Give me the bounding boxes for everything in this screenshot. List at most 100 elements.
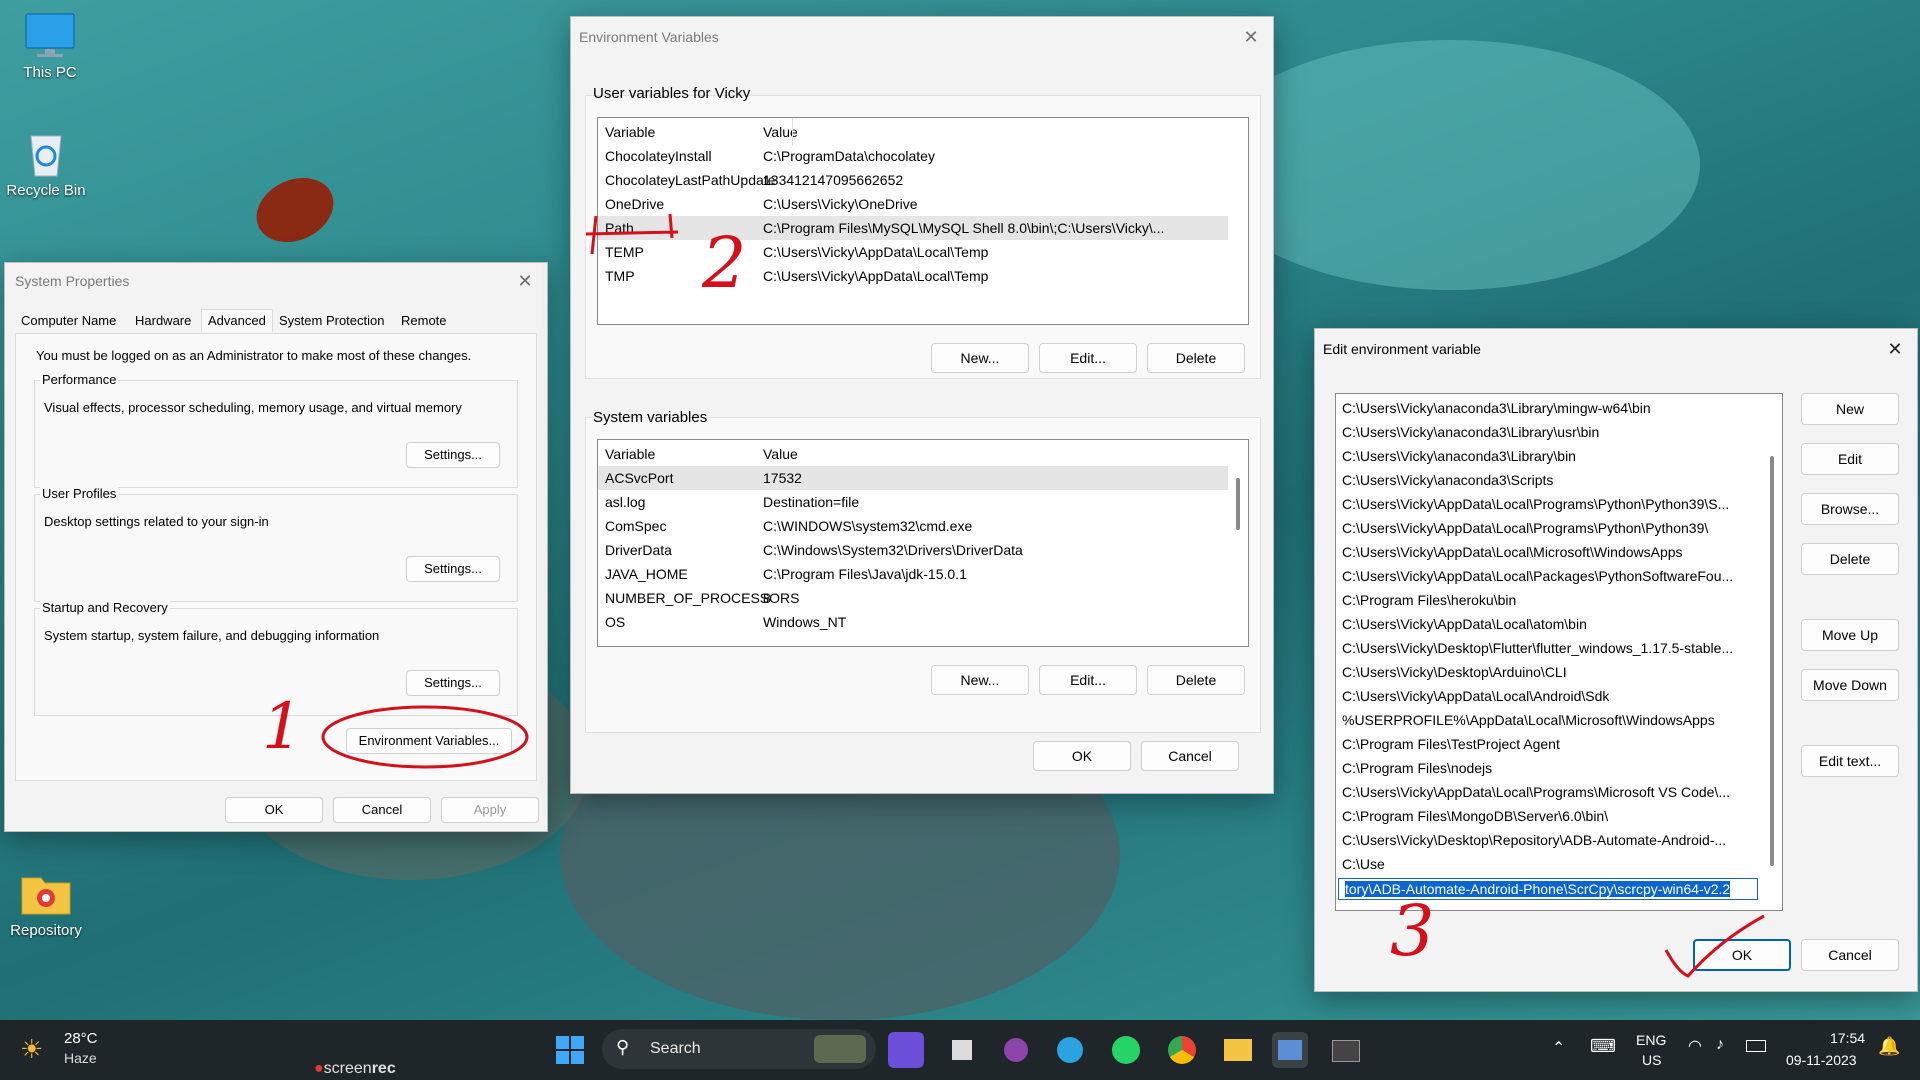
list-item[interactable]: C:\Program Files\MongoDB\Server\6.0\bin\ [1336,804,1760,828]
new-entry-button[interactable]: New [1801,393,1899,425]
browse-button[interactable]: Browse... [1801,493,1899,525]
system-new-button[interactable]: New... [931,665,1029,695]
user-edit-button[interactable]: Edit... [1039,343,1137,373]
list-item[interactable]: C:\Use [1336,852,1760,876]
list-item[interactable]: C:\Users\Vicky\AppData\Local\Programs\Py… [1336,516,1760,540]
table-row[interactable]: asl.log Destination=file [598,490,1248,514]
list-item[interactable]: C:\Users\Vicky\anaconda3\Library\bin [1336,444,1760,468]
start-icon[interactable] [552,1032,588,1068]
delete-entry-button[interactable]: Delete [1801,543,1899,575]
table-row[interactable]: OS Windows_NT [598,610,1248,634]
search-box[interactable]: ⚲ Search [602,1029,876,1069]
column-header-variable[interactable]: Variable [605,120,655,144]
startup-settings-button[interactable]: Settings... [406,670,500,696]
weather-widget[interactable]: ☀ 28°C Haze [20,1028,140,1072]
desktop-icon-repository[interactable]: Repository [0,870,96,939]
path-entry-editor[interactable]: tory\ADB-Automate-Android-Phone\ScrCpy\s… [1338,878,1758,900]
desktop-icon-this-pc[interactable]: This PC [0,12,100,81]
table-row[interactable]: TEMP C:\Users\Vicky\AppData\Local\Temp [598,240,1248,264]
scrollbar-thumb[interactable] [1236,478,1240,530]
close-icon[interactable]: ✕ [1883,329,1907,369]
system-delete-button[interactable]: Delete [1147,665,1245,695]
close-icon[interactable]: ✕ [1239,17,1263,57]
ok-button[interactable]: OK [225,797,323,823]
cancel-button[interactable]: Cancel [1141,741,1239,771]
ok-button[interactable]: OK [1693,939,1791,971]
path-entry-editor-text[interactable]: tory\ADB-Automate-Android-Phone\ScrCpy\s… [1345,881,1731,897]
file-explorer-icon[interactable] [1220,1032,1256,1068]
wifi-icon[interactable]: ◠ [1688,1036,1702,1056]
list-item[interactable]: C:\Users\Vicky\anaconda3\Library\usr\bin [1336,420,1760,444]
table-row[interactable]: ChocolateyInstall C:\ProgramData\chocolat… [598,144,1248,168]
table-row[interactable]: DriverData C:\Windows\System32\Drivers\Dr… [598,538,1248,562]
list-item[interactable]: C:\Users\Vicky\AppData\Local\Programs\Mi… [1336,780,1760,804]
path-entries-list[interactable]: C:\Users\Vicky\anaconda3\Library\mingw-w… [1335,393,1783,911]
list-item[interactable]: C:\Users\Vicky\anaconda3\Library\mingw-w… [1336,396,1760,420]
table-row[interactable]: TMP C:\Users\Vicky\AppData\Local\Temp [598,264,1248,288]
battery-icon[interactable] [1746,1040,1766,1052]
github-icon[interactable] [998,1032,1034,1068]
user-new-button[interactable]: New... [931,343,1029,373]
environment-variables-button[interactable]: Environment Variables... [346,728,512,754]
system-properties-icon[interactable] [1272,1032,1308,1068]
close-icon[interactable]: ✕ [513,263,537,299]
list-item[interactable]: C:\Users\Vicky\AppData\Local\atom\bin [1336,612,1760,636]
list-item[interactable]: %USERPROFILE%\AppData\Local\Microsoft\Wi… [1336,708,1760,732]
mail-icon[interactable] [888,1032,924,1068]
scrollbar-thumb[interactable] [1770,456,1774,866]
table-row-selected[interactable]: Path C:\Program Files\MySQL\MySQL Shell 8… [598,216,1228,240]
whatsapp-icon[interactable] [1108,1032,1144,1068]
tab-remote[interactable]: Remote [401,313,447,328]
table-row[interactable]: JAVA_HOME C:\Program Files\Java\jdk-15.0.… [598,562,1248,586]
list-item[interactable]: C:\Users\Vicky\AppData\Local\Microsoft\W… [1336,540,1760,564]
ok-button[interactable]: OK [1033,741,1131,771]
column-header-value[interactable]: Value [763,442,798,466]
user-delete-button[interactable]: Delete [1147,343,1245,373]
edit-text-button[interactable]: Edit text... [1801,745,1899,777]
table-row[interactable]: NUMBER_OF_PROCESSORS 8 [598,586,1248,610]
table-row[interactable]: OneDrive C:\Users\Vicky\OneDrive [598,192,1248,216]
list-item[interactable]: C:\Users\Vicky\AppData\Local\Android\Sdk [1336,684,1760,708]
keyboard-icon[interactable]: ⌨ [1590,1036,1616,1057]
tab-system-protection[interactable]: System Protection [279,313,385,328]
terminal-icon[interactable] [1328,1032,1364,1068]
cancel-button[interactable]: Cancel [1801,939,1899,971]
apply-button[interactable]: Apply [441,797,539,823]
move-down-button[interactable]: Move Down [1801,669,1899,701]
chevron-up-icon[interactable]: ⌃ [1552,1038,1565,1058]
list-item[interactable]: C:\Users\Vicky\Desktop\Flutter\flutter_w… [1336,636,1760,660]
system-edit-button[interactable]: Edit... [1039,665,1137,695]
notification-bell-icon[interactable]: 🔔 [1878,1036,1900,1057]
table-row-selected[interactable]: ACSvcPort 17532 [598,466,1228,490]
volume-icon[interactable]: ♪ [1716,1036,1724,1054]
move-up-button[interactable]: Move Up [1801,619,1899,651]
region-code[interactable]: US [1642,1052,1661,1068]
list-item[interactable]: C:\Program Files\nodejs [1336,756,1760,780]
telegram-icon[interactable] [1052,1032,1088,1068]
tab-advanced[interactable]: Advanced [201,309,273,332]
desktop-icon-recycle-bin[interactable]: Recycle Bin [0,130,96,199]
files-icon[interactable] [944,1032,980,1068]
chrome-icon[interactable] [1164,1032,1200,1068]
clock-time[interactable]: 17:54 [1830,1030,1865,1046]
cancel-button[interactable]: Cancel [333,797,431,823]
clock-date[interactable]: 09-11-2023 [1786,1052,1857,1068]
list-item[interactable]: C:\Program Files\TestProject Agent [1336,732,1760,756]
list-item[interactable]: C:\Users\Vicky\Desktop\Repository\ADB-Au… [1336,828,1760,852]
performance-settings-button[interactable]: Settings... [406,442,500,468]
list-item[interactable]: C:\Users\Vicky\AppData\Local\Programs\Py… [1336,492,1760,516]
list-item[interactable]: C:\Users\Vicky\Desktop\Arduino\CLI [1336,660,1760,684]
user-vars-list[interactable]: Variable Value ChocolateyInstall C:\Progr… [597,117,1249,325]
edit-entry-button[interactable]: Edit [1801,443,1899,475]
system-vars-list[interactable]: Variable Value ACSvcPort 17532 asl.log Des… [597,439,1249,647]
table-row[interactable]: ComSpec C:\WINDOWS\system32\cmd.exe [598,514,1248,538]
language-code[interactable]: ENG [1636,1032,1666,1048]
table-row[interactable]: ChocolateyLastPathUpdate 1334121470956626… [598,168,1248,192]
column-header-variable[interactable]: Variable [605,442,655,466]
tab-computer-name[interactable]: Computer Name [21,313,116,328]
tab-hardware[interactable]: Hardware [135,313,191,328]
list-item[interactable]: C:\Users\Vicky\anaconda3\Scripts [1336,468,1760,492]
list-item[interactable]: C:\Program Files\heroku\bin [1336,588,1760,612]
list-item[interactable]: C:\Users\Vicky\AppData\Local\Packages\Py… [1336,564,1760,588]
user-profiles-settings-button[interactable]: Settings... [406,556,500,582]
